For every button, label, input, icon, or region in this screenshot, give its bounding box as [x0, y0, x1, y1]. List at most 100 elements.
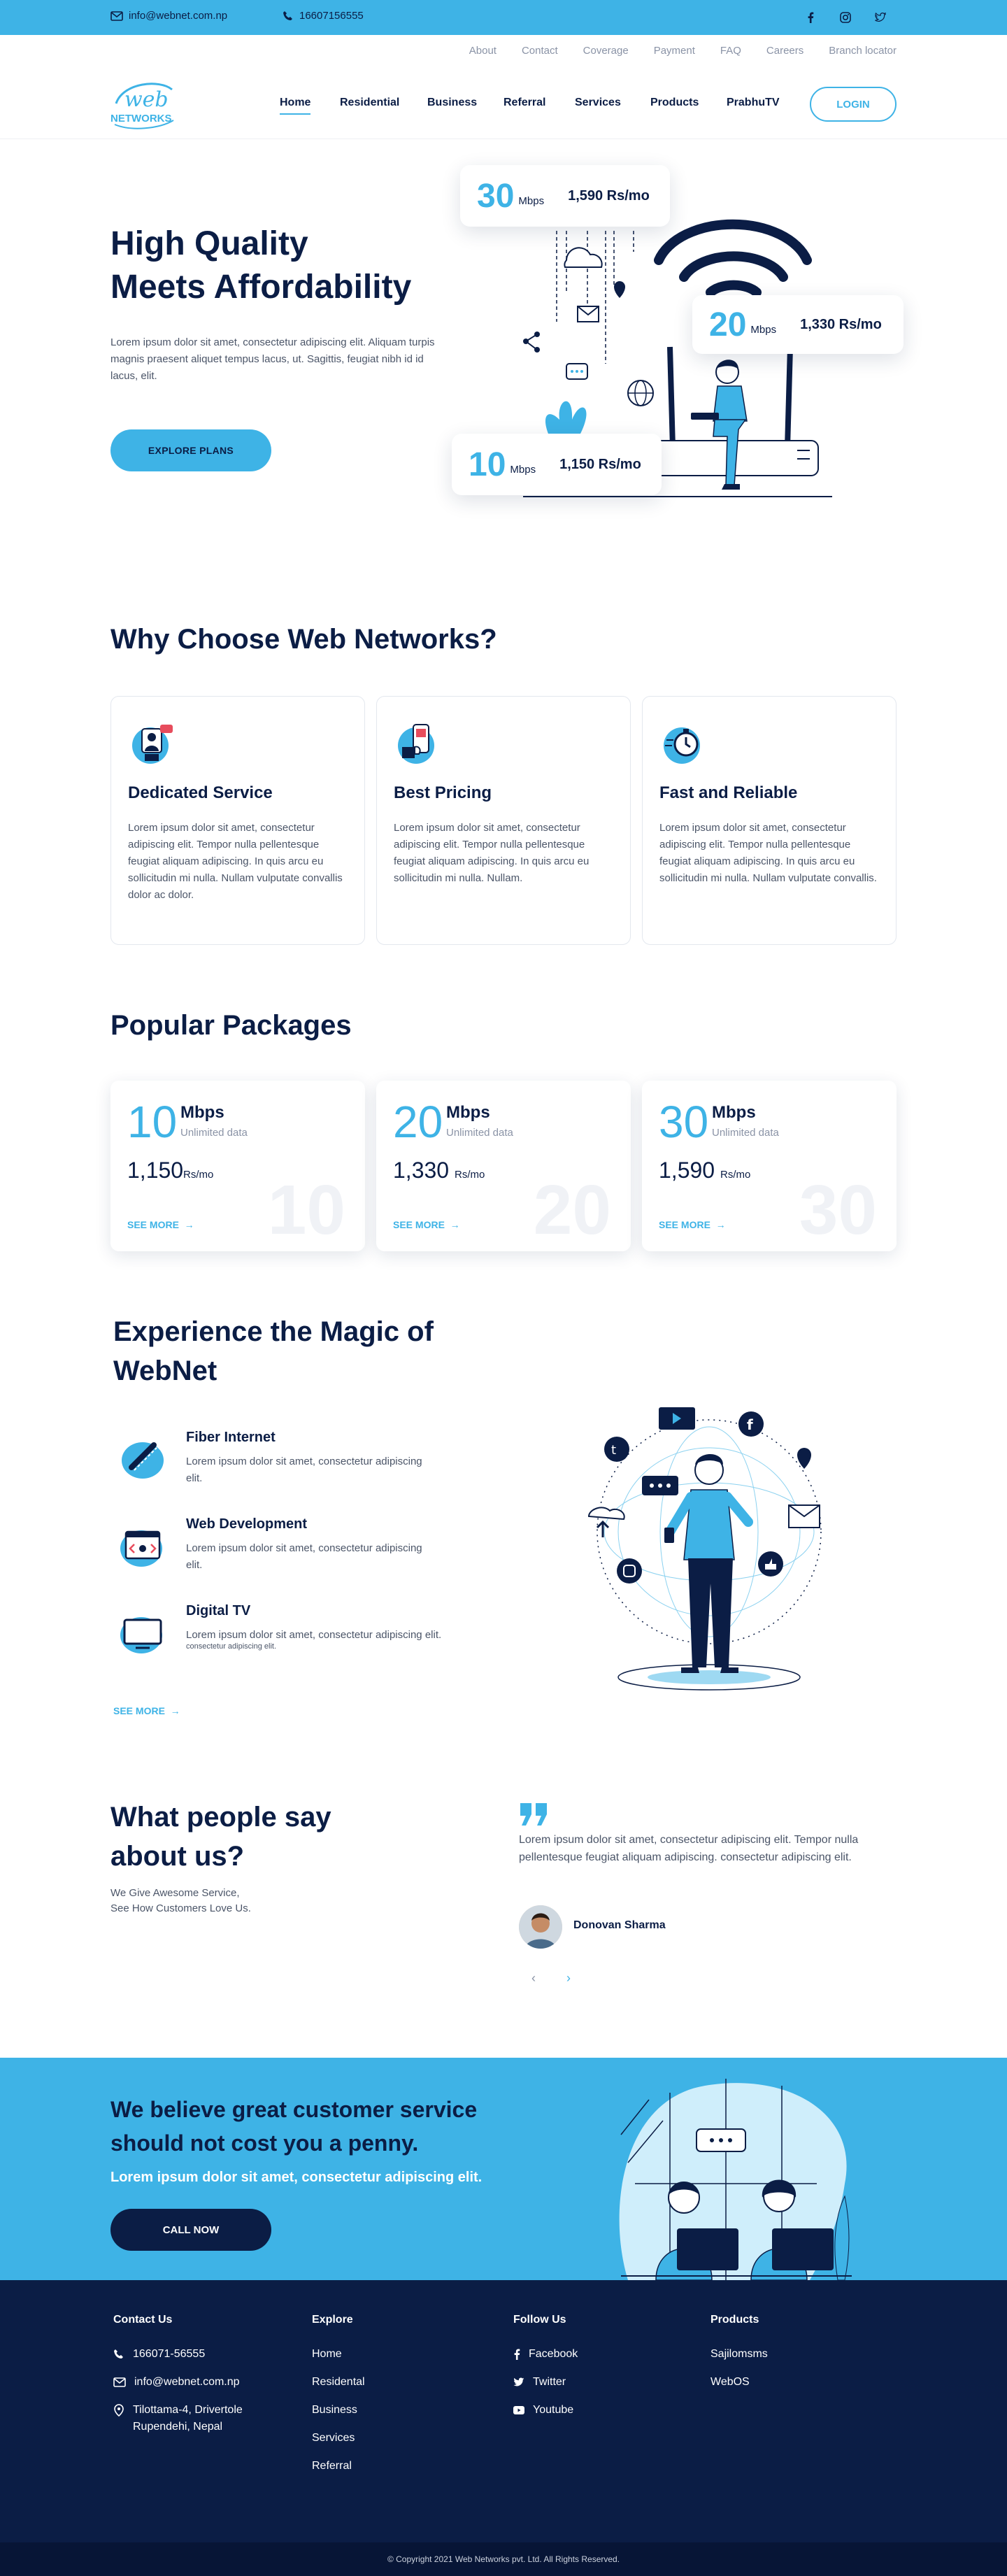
footer-link-facebook[interactable]: Facebook — [513, 2346, 578, 2363]
speed-card-10[interactable]: 10 Mbps 1,150 Rs/mo — [452, 434, 662, 495]
sublink-about[interactable]: About — [469, 45, 497, 57]
mail-icon — [110, 10, 123, 21]
stopwatch-icon — [664, 727, 700, 764]
footer-link-business[interactable]: Business — [312, 2402, 365, 2419]
nav-prabhutv[interactable]: PrabhuTV — [727, 97, 780, 109]
package-rs: Rs/mo — [183, 1169, 214, 1181]
sublink-branch-locator[interactable]: Branch locator — [829, 45, 897, 57]
speed-price: 1,590 Rs/mo — [568, 187, 650, 204]
nav-residential[interactable]: Residential — [340, 97, 399, 109]
magic-see-more-link[interactable]: SEE MORE → — [113, 1705, 180, 1716]
footer-heading: Follow Us — [513, 2314, 566, 2326]
feature-text: Lorem ipsum dolor sit amet, consectetur … — [394, 822, 590, 884]
price-tag-icon — [398, 724, 434, 764]
youtube-icon — [513, 2406, 524, 2414]
sublink-payment[interactable]: Payment — [654, 45, 695, 57]
location-pin-icon — [114, 2404, 124, 2417]
package-price: 1,150 — [127, 1158, 184, 1183]
svg-text:f: f — [747, 1416, 753, 1433]
web-development-icon — [120, 1530, 162, 1567]
testimonial-next-button[interactable]: › — [566, 1971, 571, 1986]
package-data: Unlimited data — [180, 1127, 248, 1139]
nav-referral[interactable]: Referral — [503, 97, 545, 109]
package-unit: Mbps — [446, 1103, 490, 1122]
package-card-20[interactable]: 20 20 Mbps Unlimited data 1,330 Rs/mo SE… — [376, 1081, 631, 1251]
feature-card-fast: Fast and Reliable Lorem ipsum dolor sit … — [642, 696, 897, 945]
see-more-link[interactable]: SEE MORE → — [659, 1219, 726, 1230]
sublink-coverage[interactable]: Coverage — [583, 45, 629, 57]
magic-item-text: Lorem ipsum dolor sit amet, consectetur … — [186, 1456, 422, 1484]
logo[interactable]: web NETWORKS — [110, 76, 175, 131]
footer-link-sajilomsms[interactable]: Sajilomsms — [710, 2346, 768, 2363]
speed-price: 1,150 Rs/mo — [559, 456, 641, 472]
footer-explore: Explore Home Residental Business Service… — [312, 2314, 365, 2486]
facebook-icon — [514, 2349, 520, 2360]
copyright: © Copyright 2021 Web Networks pvt. Ltd. … — [0, 2542, 1007, 2576]
footer-heading: Contact Us — [113, 2314, 173, 2326]
speed-value: 10 — [469, 446, 506, 483]
package-unit: Mbps — [180, 1103, 224, 1122]
magic-item-title: Digital TV — [186, 1603, 251, 1618]
nav-divider — [0, 138, 1007, 139]
see-more-link[interactable]: SEE MORE → — [393, 1219, 460, 1230]
speed-card-20[interactable]: 20 Mbps 1,330 Rs/mo — [692, 295, 904, 354]
explore-plans-button[interactable]: EXPLORE PLANS — [110, 429, 271, 471]
feature-title: Best Pricing — [394, 783, 492, 802]
arrow-right-icon: → — [447, 1219, 460, 1230]
speed-card-30[interactable]: 30 Mbps 1,590 Rs/mo — [460, 165, 670, 227]
footer-link-referral[interactable]: Referral — [312, 2458, 365, 2475]
feature-text: Lorem ipsum dolor sit amet, consectetur … — [659, 822, 877, 884]
testimonial-quote: Lorem ipsum dolor sit amet, consectetur … — [519, 1834, 859, 1863]
packages-title: Popular Packages — [110, 1010, 352, 1041]
svg-text:NETWORKS: NETWORKS — [110, 113, 172, 124]
footer-link-home[interactable]: Home — [312, 2346, 365, 2363]
footer-link-services[interactable]: Services — [312, 2430, 365, 2447]
arrow-right-icon: → — [167, 1705, 180, 1716]
package-card-30[interactable]: 30 30 Mbps Unlimited data 1,590 Rs/mo SE… — [642, 1081, 897, 1251]
footer-link-youtube[interactable]: Youtube — [513, 2402, 578, 2419]
testimonial-prev-button[interactable]: ‹ — [531, 1971, 536, 1986]
magic-item-title: Web Development — [186, 1516, 307, 1532]
support-team-illustration — [619, 2079, 852, 2280]
nav-business[interactable]: Business — [427, 97, 477, 109]
nav-services[interactable]: Services — [575, 97, 621, 109]
magic-item-text: Lorem ipsum dolor sit amet, consectetur … — [186, 1542, 422, 1571]
sublink-contact[interactable]: Contact — [522, 45, 558, 57]
package-card-10[interactable]: 10 10 Mbps Unlimited data 1,150 Rs/mo SE… — [110, 1081, 365, 1251]
twitter-icon[interactable] — [872, 9, 889, 26]
feature-title: Fast and Reliable — [659, 783, 798, 802]
magic-title: Experience the Magic of WebNet — [113, 1316, 434, 1386]
footer-phone[interactable]: 166071-56555 — [113, 2346, 243, 2363]
feature-title: Dedicated Service — [128, 783, 273, 802]
login-button[interactable]: LOGIN — [810, 87, 897, 122]
call-now-button[interactable]: CALL NOW — [110, 2209, 271, 2251]
mail-icon — [113, 2377, 126, 2387]
sublink-faq[interactable]: FAQ — [720, 45, 741, 57]
facebook-icon[interactable] — [802, 9, 819, 26]
avatar — [519, 1905, 562, 1949]
logo-text: web — [124, 87, 169, 112]
nav-products[interactable]: Products — [650, 97, 699, 109]
footer: Contact Us 166071-56555 info@webnet.com.… — [0, 2280, 1007, 2542]
top-bar: info@webnet.com.np 16607156555 — [0, 0, 1007, 35]
footer-link-twitter[interactable]: Twitter — [513, 2374, 578, 2391]
tv-icon — [120, 1617, 162, 1653]
package-data: Unlimited data — [446, 1127, 513, 1139]
magic-item-extra: consectetur adipiscing elit. — [186, 1642, 277, 1651]
support-agent-icon — [132, 725, 173, 764]
footer-email[interactable]: info@webnet.com.np — [113, 2374, 243, 2391]
social-network-illustration: t f — [587, 1407, 822, 1691]
see-more-link[interactable]: SEE MORE → — [127, 1219, 194, 1230]
footer-contact: Contact Us 166071-56555 info@webnet.com.… — [113, 2314, 243, 2447]
instagram-icon[interactable] — [837, 9, 854, 26]
nav-home[interactable]: Home — [280, 97, 311, 115]
sublink-careers[interactable]: Careers — [766, 45, 804, 57]
twitter-icon — [513, 2377, 524, 2386]
footer-link-webos[interactable]: WebOS — [710, 2374, 768, 2391]
svg-text:t: t — [611, 1443, 616, 1458]
phone-icon — [283, 10, 292, 20]
topbar-phone[interactable]: 16607156555 — [283, 10, 364, 22]
topbar-email[interactable]: info@webnet.com.np — [110, 10, 227, 22]
feature-text: Lorem ipsum dolor sit amet, consectetur … — [128, 822, 343, 901]
footer-link-residental[interactable]: Residental — [312, 2374, 365, 2391]
